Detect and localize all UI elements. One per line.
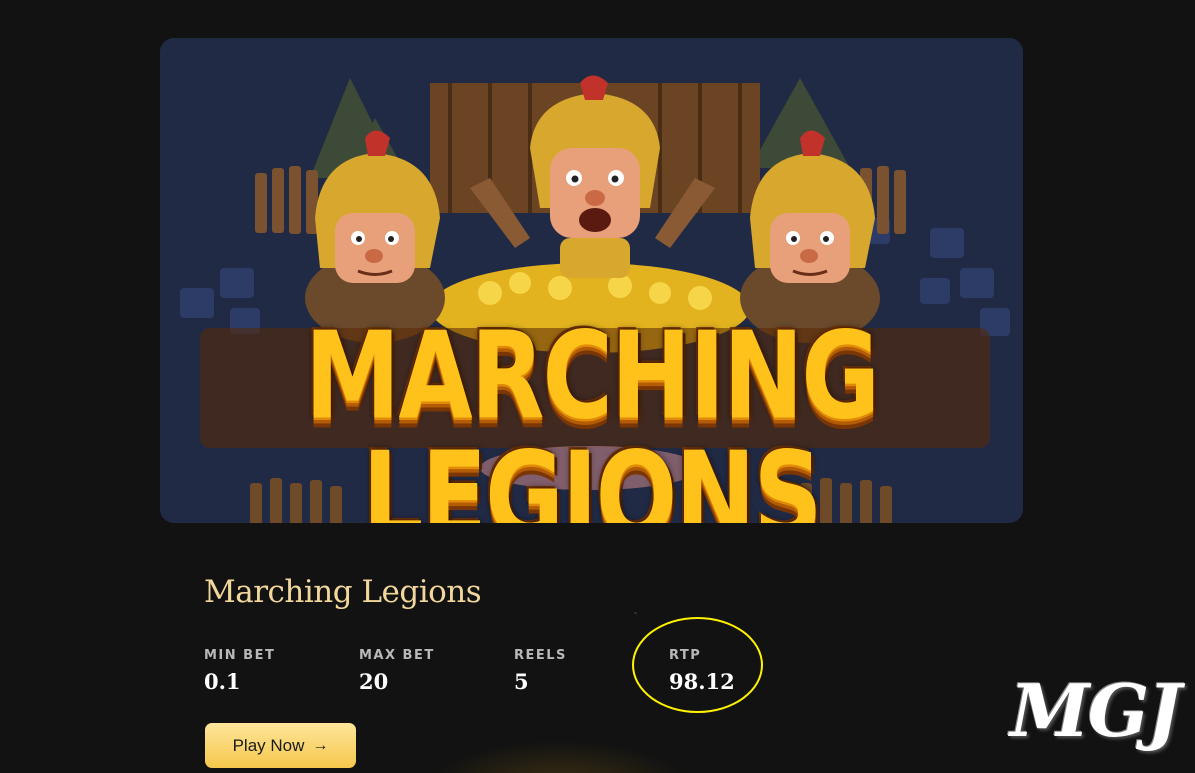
stray-dot xyxy=(634,612,637,614)
game-logo-text: MARCHING LEGIONS xyxy=(304,306,880,523)
game-detail-page: MARCHING LEGIONS Marching Legions MIN BE… xyxy=(0,0,1195,773)
stat-min-bet: MIN BET 0.1 xyxy=(204,648,359,694)
arrow-right-icon: → xyxy=(312,736,329,754)
watermark-logo: MGJ xyxy=(1010,668,1181,753)
play-now-label: Play Now xyxy=(232,735,305,755)
stat-value: 5 xyxy=(514,669,529,694)
game-stats: MIN BET 0.1 MAX BET 20 REELS 5 RTP 98.12 xyxy=(204,648,824,694)
stat-max-bet: MAX BET 20 xyxy=(359,648,514,694)
stat-value: 98.12 xyxy=(669,669,735,694)
stat-label: RTP xyxy=(669,648,702,663)
stat-label: MAX BET xyxy=(359,648,435,663)
stat-label: MIN BET xyxy=(204,648,276,663)
stat-value: 20 xyxy=(359,669,389,694)
game-title: Marching Legions xyxy=(204,574,482,610)
stat-reels: REELS 5 xyxy=(514,648,669,694)
play-now-button[interactable]: Play Now → xyxy=(205,723,356,768)
stat-rtp: RTP 98.12 xyxy=(669,648,824,694)
stat-value: 0.1 xyxy=(204,669,241,694)
game-banner-image[interactable]: MARCHING LEGIONS xyxy=(160,38,1023,523)
stat-label: REELS xyxy=(514,648,567,663)
